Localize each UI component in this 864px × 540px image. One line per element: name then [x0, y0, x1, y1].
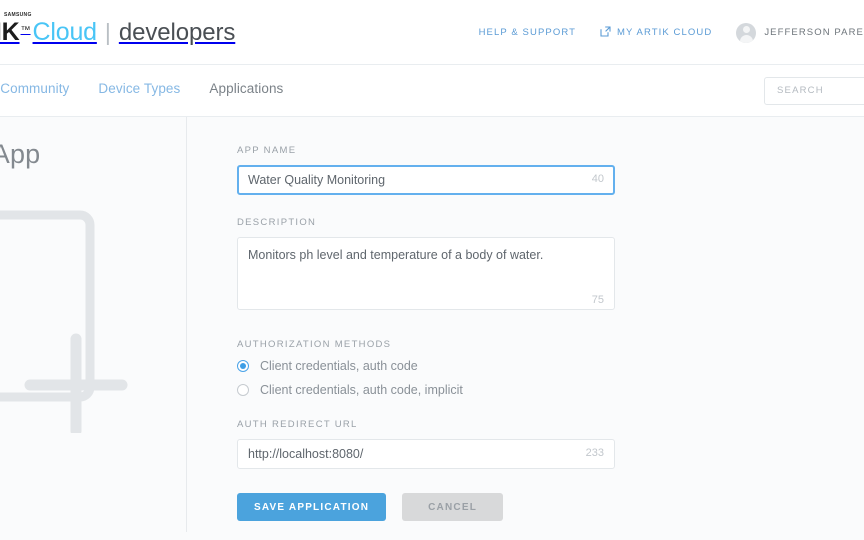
- create-app-form: APP NAME 40 DESCRIPTION 75 AUTHORIZATION…: [237, 145, 615, 521]
- nav-item-list: ntation Community Device Types Applicati…: [0, 81, 312, 96]
- cancel-button[interactable]: CANCEL: [402, 493, 504, 521]
- logo-trademark-icon: ™: [20, 25, 31, 36]
- left-panel: a New App: [0, 117, 186, 540]
- auth-option-auth-code[interactable]: Client credentials, auth code: [237, 359, 615, 373]
- app-name-label: APP NAME: [237, 145, 297, 156]
- logo-samsung-text: SAMSUNG: [4, 12, 32, 18]
- radio-selected-icon[interactable]: [237, 360, 249, 372]
- authorization-methods-group: AUTHORIZATION METHODS Client credentials…: [237, 339, 615, 397]
- main-content: a New App APP NAME 40 DESCRIPTION: [0, 117, 864, 540]
- external-link-icon: [600, 26, 611, 37]
- auth-option-auth-code-label: Client credentials, auth code: [260, 359, 418, 373]
- nav-item-community[interactable]: Community: [0, 81, 69, 96]
- app-name-input[interactable]: [237, 165, 615, 195]
- logo-developers-text: developers: [118, 19, 236, 46]
- description-field-group: DESCRIPTION 75: [237, 217, 615, 315]
- app-name-field-group: APP NAME 40: [237, 145, 615, 195]
- nav-item-applications[interactable]: Applications: [209, 81, 283, 96]
- user-avatar-icon[interactable]: [736, 22, 757, 43]
- header-actions: HELP & SUPPORT MY ARTIK CLOUD JEFFERSON …: [479, 0, 864, 65]
- app-name-input-wrap: 40: [237, 165, 615, 195]
- page-title: a New App: [0, 139, 41, 169]
- user-name-label[interactable]: JEFFERSON PARE: [764, 27, 864, 38]
- app-name-counter: 40: [591, 173, 604, 185]
- nav-item-device-types[interactable]: Device Types: [98, 81, 180, 96]
- auth-option-auth-code-implicit-label: Client credentials, auth code, implicit: [260, 383, 463, 397]
- search-input[interactable]: SEARCH: [764, 77, 864, 105]
- primary-navbar: ntation Community Device Types Applicati…: [0, 65, 864, 117]
- auth-redirect-url-counter: 233: [585, 447, 604, 459]
- my-artik-cloud-label: MY ARTIK CLOUD: [617, 27, 713, 38]
- description-counter: 75: [591, 294, 604, 306]
- auth-redirect-url-input-wrap: 233: [237, 439, 615, 469]
- help-and-support-link[interactable]: HELP & SUPPORT: [479, 27, 576, 38]
- site-header: SAMSUNG RTIK ™ Cloud | developers HELP &…: [0, 0, 864, 65]
- radio-unselected-icon[interactable]: [237, 384, 249, 396]
- description-input-wrap: 75: [237, 237, 615, 315]
- logo-cloud-text: Cloud: [32, 18, 98, 46]
- save-application-button[interactable]: SAVE APPLICATION: [237, 493, 387, 521]
- form-actions: SAVE APPLICATION CANCEL: [237, 493, 615, 521]
- auth-redirect-url-input[interactable]: [237, 439, 615, 469]
- logo-separator: |: [104, 19, 111, 45]
- auth-redirect-url-group: AUTH REDIRECT URL 233: [237, 419, 615, 469]
- description-label: DESCRIPTION: [237, 217, 317, 228]
- new-app-illustration: [0, 203, 186, 438]
- content-divider: [186, 117, 187, 532]
- authorization-methods-label: AUTHORIZATION METHODS: [237, 339, 392, 350]
- auth-option-auth-code-implicit[interactable]: Client credentials, auth code, implicit: [237, 383, 615, 397]
- site-logo[interactable]: SAMSUNG RTIK ™ Cloud | developers: [0, 12, 236, 47]
- my-artik-cloud-link[interactable]: MY ARTIK CLOUD: [600, 26, 713, 38]
- description-textarea[interactable]: [237, 237, 615, 310]
- auth-redirect-url-label: AUTH REDIRECT URL: [237, 419, 358, 430]
- logo-artik-text: RTIK: [0, 18, 20, 46]
